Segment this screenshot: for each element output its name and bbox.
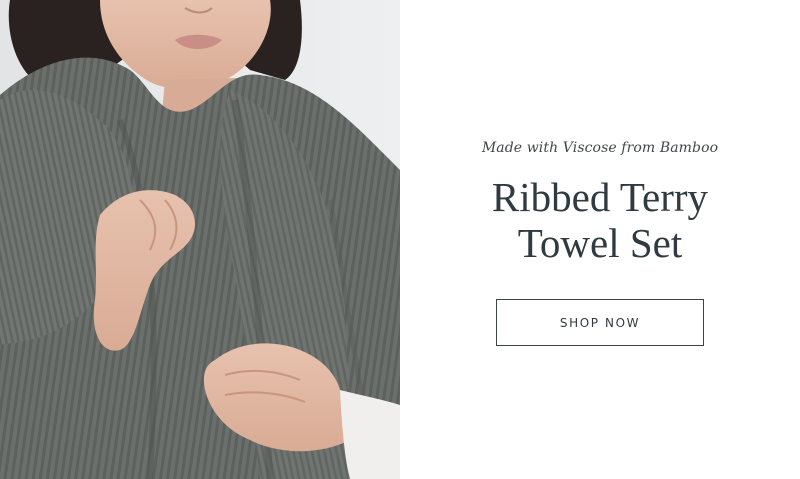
title-line-1: Ribbed Terry (491, 174, 709, 220)
title-line-2: Towel Set (517, 220, 683, 266)
promo-banner: Made with Viscose from Bamboo Ribbed Ter… (0, 0, 800, 479)
promo-panel: Made with Viscose from Bamboo Ribbed Ter… (400, 0, 800, 479)
shop-now-button[interactable]: SHOP NOW (496, 299, 704, 346)
hero-image (0, 0, 400, 479)
page-title: Ribbed Terry Towel Set (420, 174, 780, 266)
kicker-text: Made with Viscose from Bamboo (481, 140, 719, 156)
